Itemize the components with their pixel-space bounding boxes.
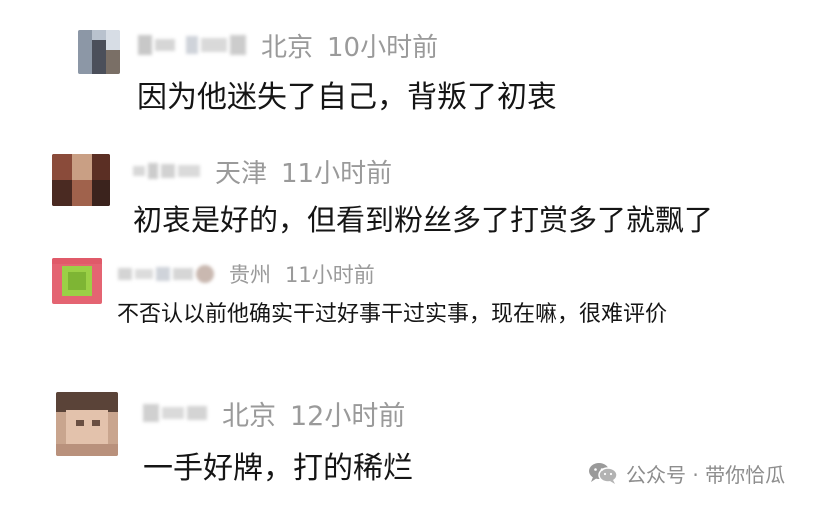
comment-time: 10小时前 [327,32,439,63]
comment-text: 初衷是好的，但看到粉丝多了打赏多了就飘了 [133,203,714,237]
comment-location: 北京 [261,32,314,63]
username-blurred[interactable] [118,265,217,283]
wechat-icon [589,463,618,484]
comment-meta: 天津 11小时前 [133,155,393,189]
comment-meta: 北京 12小时前 [143,396,406,432]
comment-text: 因为他迷失了自己，背叛了初衷 [137,80,557,115]
comment-meta: 北京 10小时前 [138,29,439,63]
comment-location: 北京 [222,400,276,432]
comment-location: 天津 [215,158,268,189]
watermark: 公众号 · 带你恰瓜 [588,458,785,488]
avatar[interactable] [52,258,102,304]
username-blurred[interactable] [133,163,203,179]
avatar[interactable] [78,30,120,74]
avatar[interactable] [52,154,110,206]
comment-text: 一手好牌，打的稀烂 [143,451,413,486]
comment-time: 12小时前 [290,400,406,432]
username-blurred[interactable] [143,404,210,422]
comment-meta: 贵州 11小时前 [118,260,375,288]
avatar[interactable] [56,392,118,456]
comment-time: 11小时前 [281,158,393,189]
comment-time: 11小时前 [285,263,375,287]
watermark-text: 公众号 · 带你恰瓜 [626,462,786,487]
username-blurred[interactable] [138,35,249,55]
comment-location: 贵州 [229,263,271,287]
comment-text: 不否认以前他确实干过好事干过实事，现在嘛，很难评价 [117,302,668,327]
